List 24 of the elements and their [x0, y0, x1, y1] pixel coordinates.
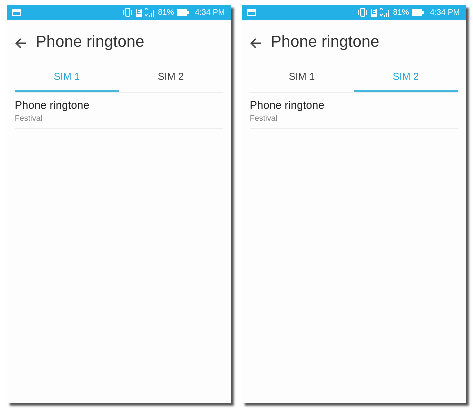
settings-item[interactable]: Phone ringtone Festival — [15, 93, 223, 129]
sim-tab[interactable]: SIM 1 — [250, 64, 354, 92]
battery-icon — [177, 9, 190, 16]
screen-title: Phone ringtone — [271, 34, 380, 52]
sim-tab[interactable]: SIM 2 — [119, 64, 223, 92]
settings-item[interactable]: Phone ringtone Festival — [250, 93, 458, 129]
back-arrow-icon[interactable] — [250, 38, 262, 48]
clock-time: 4:34 PM — [430, 8, 460, 17]
image-icon — [12, 9, 21, 16]
battery-percent: 81% — [393, 8, 410, 17]
setting-title: Phone ringtone — [250, 100, 326, 112]
image-icon — [247, 9, 256, 16]
vibrate-icon — [358, 8, 368, 17]
battery-percent: 81% — [158, 8, 174, 17]
battery-icon — [412, 9, 424, 16]
setting-title: Phone ringtone — [15, 100, 91, 112]
screen-title: Phone ringtone — [36, 34, 145, 52]
signal-icon — [145, 8, 156, 17]
setting-value: Festival — [15, 114, 44, 123]
clock-time: 4:34 PM — [195, 8, 225, 17]
signal-icon — [380, 8, 390, 17]
vibrate-icon — [122, 8, 133, 17]
setting-value: Festival — [250, 114, 279, 123]
back-arrow-icon[interactable] — [15, 38, 27, 48]
